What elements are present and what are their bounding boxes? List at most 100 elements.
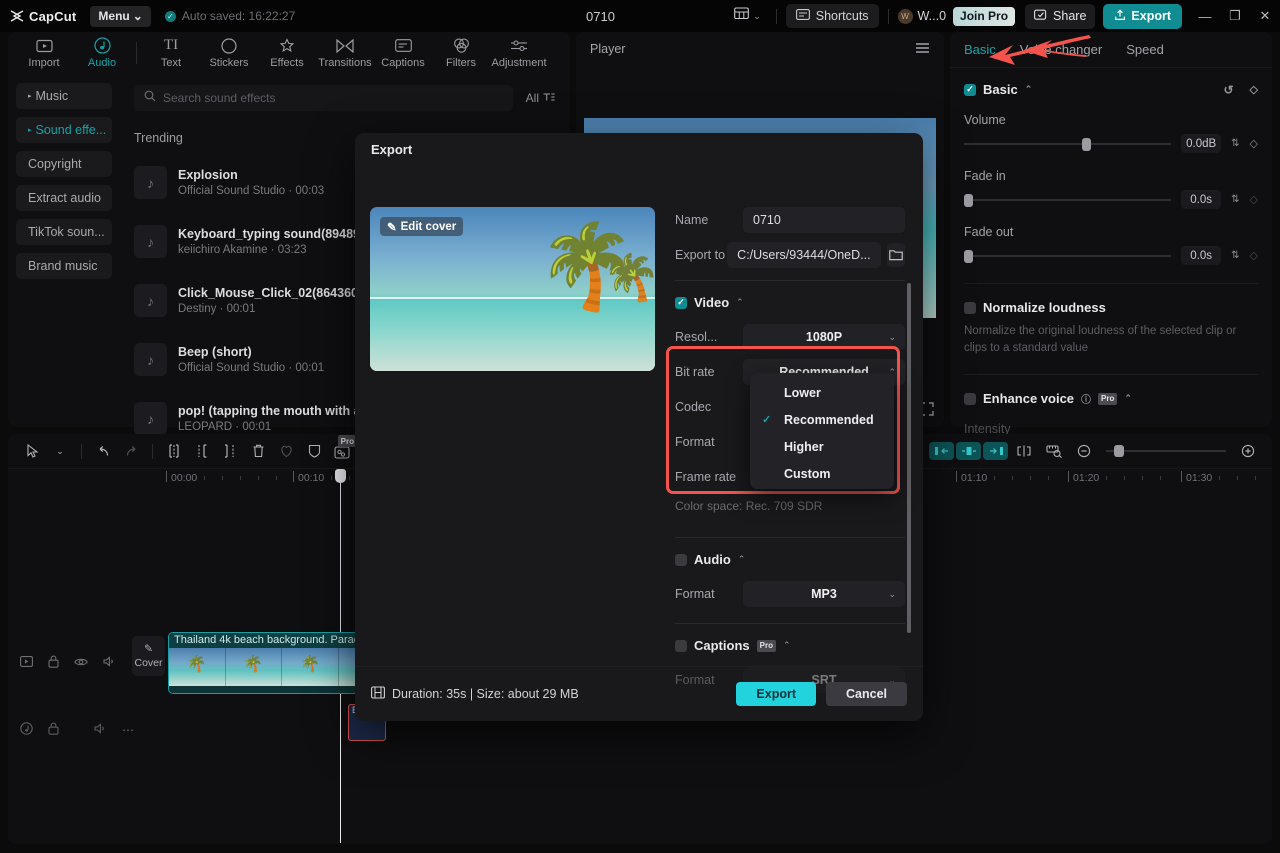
captions-checkbox[interactable]: [675, 639, 687, 652]
enhance-voice-checkbox[interactable]: [964, 392, 976, 405]
playhead-handle[interactable]: [335, 469, 346, 483]
lock-icon[interactable]: [48, 655, 59, 671]
fade-out-stepper[interactable]: ⇅: [1231, 250, 1239, 261]
video-track-icon[interactable]: [20, 656, 33, 670]
nav-item-stickers[interactable]: Stickers: [201, 32, 257, 69]
tab-voice-changer[interactable]: Voice changer: [1020, 42, 1102, 57]
speaker-icon[interactable]: [103, 656, 116, 670]
zoom-in-button[interactable]: [1234, 438, 1262, 464]
slider-knob[interactable]: [964, 249, 973, 263]
normalize-loudness-checkbox[interactable]: [964, 301, 976, 314]
sidebar-item-tiktok-sounds[interactable]: TikTok soun...: [16, 219, 112, 245]
slider-knob[interactable]: [1114, 445, 1124, 457]
timeline-zoom-slider[interactable]: [1106, 445, 1226, 457]
search-input-wrap[interactable]: [134, 85, 513, 111]
keyframe-diamond-icon[interactable]: ◇: [1250, 83, 1258, 97]
fade-in-value[interactable]: 0.0s: [1181, 190, 1222, 209]
reset-icon[interactable]: ↺: [1223, 83, 1233, 97]
select-dropdown-chevron-down-icon[interactable]: ⌄: [46, 438, 74, 464]
chevron-up-icon[interactable]: ⌃: [1025, 84, 1033, 95]
speaker-icon[interactable]: [94, 723, 107, 737]
dropdown-option-custom[interactable]: Custom: [750, 460, 894, 487]
export-button-titlebar[interactable]: Export: [1103, 3, 1182, 29]
menu-button[interactable]: Menu ⌄: [90, 5, 151, 27]
sidebar-item-brand-music[interactable]: Brand music: [16, 253, 112, 279]
sidebar-item-music[interactable]: ▸ Music: [16, 83, 112, 109]
trash-icon[interactable]: [244, 438, 272, 464]
dialog-export-button[interactable]: Export: [736, 682, 816, 706]
fade-in-stepper[interactable]: ⇅: [1231, 194, 1239, 205]
fade-in-slider[interactable]: [964, 193, 1172, 207]
export-to-input[interactable]: C:/Users/93444/OneD...: [727, 242, 881, 268]
keyframe-diamond-icon[interactable]: ◇: [1250, 137, 1258, 150]
auto-cut-pro-icon[interactable]: Pro: [328, 435, 357, 464]
filter-all-button[interactable]: All: [521, 88, 560, 108]
sidebar-item-extract-audio[interactable]: Extract audio: [16, 185, 112, 211]
slider-knob[interactable]: [1082, 137, 1092, 151]
eye-icon[interactable]: [74, 656, 88, 670]
trim-left-icon[interactable]: [188, 438, 216, 464]
nav-item-adjustment[interactable]: Adjustment: [491, 32, 547, 69]
folder-icon[interactable]: [886, 243, 905, 267]
nav-item-captions[interactable]: Captions: [375, 32, 431, 69]
nav-item-filters[interactable]: Filters: [433, 32, 489, 69]
dropdown-option-recommended[interactable]: ✓ Recommended: [750, 406, 894, 433]
nav-item-effects[interactable]: Effects: [259, 32, 315, 69]
search-input[interactable]: [163, 91, 503, 105]
account-button[interactable]: W W...0: [897, 8, 946, 24]
dropdown-option-lower[interactable]: Lower: [750, 379, 894, 406]
slider-knob[interactable]: [964, 193, 973, 207]
export-dialog-scrollbar[interactable]: [907, 283, 911, 633]
lock-icon[interactable]: [48, 722, 59, 738]
more-icon[interactable]: ⋯: [122, 723, 134, 737]
volume-slider[interactable]: [964, 137, 1172, 151]
chevron-up-icon[interactable]: ⌃: [783, 640, 791, 651]
nav-item-import[interactable]: Import: [16, 32, 72, 69]
split-icon[interactable]: [160, 438, 188, 464]
minimize-button[interactable]: —: [1190, 0, 1220, 32]
ruler-zoom-icon[interactable]: [1040, 438, 1068, 464]
ripple-left-button[interactable]: [929, 442, 954, 460]
select-arrow-icon[interactable]: [18, 438, 46, 464]
resolution-select[interactable]: 1080P ⌄: [743, 324, 905, 350]
layout-switch-button[interactable]: ⌄: [728, 4, 767, 28]
sidebar-item-sound-effects[interactable]: ▸ Sound effe...: [16, 117, 112, 143]
help-icon[interactable]: ⓘ: [1081, 391, 1091, 406]
shield-icon[interactable]: [300, 438, 328, 464]
undo-icon[interactable]: [89, 438, 117, 464]
edit-cover-button[interactable]: ✎ Edit cover: [380, 217, 464, 236]
join-pro-button[interactable]: Join Pro: [953, 6, 1016, 26]
cover-button[interactable]: ✎ Cover: [132, 636, 165, 676]
share-button[interactable]: Share: [1025, 3, 1096, 29]
volume-stepper[interactable]: ⇅: [1231, 138, 1239, 149]
tab-basic[interactable]: Basic: [964, 42, 996, 57]
ripple-right-button[interactable]: [983, 442, 1008, 460]
volume-value[interactable]: 0.0dB: [1181, 134, 1222, 153]
audio-track-icon[interactable]: [20, 722, 33, 738]
ripple-center-button[interactable]: [956, 442, 981, 460]
video-checkbox[interactable]: ✓: [675, 296, 687, 309]
chevron-up-icon[interactable]: ⌃: [1124, 393, 1132, 404]
fade-out-value[interactable]: 0.0s: [1181, 246, 1222, 265]
shortcuts-button[interactable]: Shortcuts: [785, 4, 879, 28]
audio-format-select[interactable]: MP3 ⌄: [743, 581, 905, 607]
chevron-up-icon[interactable]: ⌃: [738, 554, 746, 565]
chevron-up-icon[interactable]: ⌃: [736, 297, 744, 308]
name-input[interactable]: 0710: [743, 207, 905, 233]
audio-checkbox[interactable]: [675, 553, 687, 566]
dialog-cancel-button[interactable]: Cancel: [826, 682, 907, 706]
nav-item-transitions[interactable]: Transitions: [317, 32, 373, 69]
snap-icon[interactable]: [1010, 438, 1038, 464]
dropdown-option-higher[interactable]: Higher: [750, 433, 894, 460]
tab-speed[interactable]: Speed: [1126, 42, 1164, 57]
fade-out-slider[interactable]: [964, 249, 1172, 263]
nav-item-text[interactable]: TI Text: [143, 32, 199, 69]
sidebar-item-copyright[interactable]: Copyright: [16, 151, 112, 177]
basic-checkbox[interactable]: ✓: [964, 83, 976, 96]
nav-item-audio[interactable]: Audio: [74, 32, 130, 69]
hamburger-icon[interactable]: [915, 42, 930, 57]
trim-right-icon[interactable]: [216, 438, 244, 464]
close-button[interactable]: ✕: [1250, 0, 1280, 32]
maximize-button[interactable]: ❐: [1220, 0, 1250, 32]
zoom-out-button[interactable]: [1070, 438, 1098, 464]
